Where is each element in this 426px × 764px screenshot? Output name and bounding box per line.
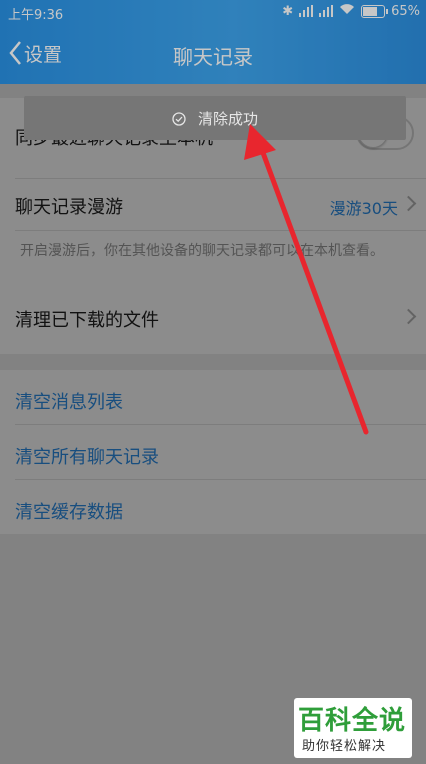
watermark-brand: 百科全说 [298,706,407,736]
watermark-logo: 百科全说 助你轻松解决 [294,698,412,758]
red-arrow-annotation [244,124,369,435]
watermark-slogan: 助你轻松解决 [302,739,387,754]
